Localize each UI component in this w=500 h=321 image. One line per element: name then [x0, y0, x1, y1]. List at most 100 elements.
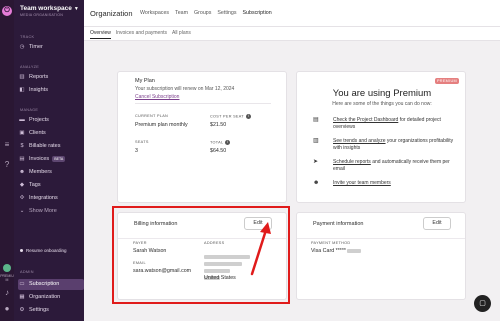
sidebar-item-tags[interactable]: ◆ Tags	[18, 180, 84, 191]
email-value: sara.watson@gmail.com	[133, 268, 192, 274]
user-circle-icon[interactable]: ●	[2, 304, 12, 314]
payer-label: PAYER	[133, 241, 147, 245]
divider	[297, 238, 465, 239]
section-manage: MANAGE	[20, 108, 39, 112]
address-label: ADDRESS	[204, 241, 225, 245]
tab-settings[interactable]: Settings	[217, 10, 236, 16]
sidebar-show-more[interactable]: ⌄ Show More	[18, 206, 84, 217]
subtab-all-plans[interactable]: All plans	[172, 30, 191, 39]
sidebar-item-billable-rates[interactable]: $ Billable rates	[18, 141, 84, 152]
payment-edit-button[interactable]: Edit	[423, 217, 451, 230]
payer-value: Sarah Watson	[133, 248, 167, 254]
annotation-arrow-icon	[250, 222, 271, 276]
subtab-invoices-payments[interactable]: Invoices and payments	[116, 30, 167, 39]
feature-item: ➤ Schedule reports and automatically rec…	[313, 159, 450, 172]
section-admin: ADMIN	[20, 270, 34, 274]
workspace-subtitle: MEDIA ORGANISATION	[20, 13, 64, 17]
chevron-down-icon: ⌄	[19, 208, 25, 214]
workspace-switcher[interactable]: Team workspace ▼	[20, 5, 79, 12]
sidebar-item-organization[interactable]: ▦ Organization	[18, 292, 84, 303]
current-plan-value: Premium plan monthly	[135, 122, 188, 128]
cancel-subscription-link[interactable]: Cancel Subscription	[135, 94, 179, 100]
icon-rail: ⏻ ≡ ? PREMIU M ♪ ●	[0, 0, 14, 321]
feature-link[interactable]: See trends and analyze	[333, 138, 386, 144]
subtab-overview[interactable]: Overview	[90, 30, 111, 39]
app-logo-icon[interactable]: ⏻	[2, 6, 12, 16]
send-icon: ➤	[313, 159, 319, 165]
billing-title: Billing information	[134, 221, 178, 227]
premium-badge: PREMIUM	[434, 78, 459, 84]
tab-groups[interactable]: Groups	[194, 10, 211, 16]
sidebar-item-clients[interactable]: ▣ Clients	[18, 128, 84, 139]
my-plan-card: My Plan Your subscription will renew on …	[117, 71, 287, 203]
sub-tabs: Overview Invoices and payments All plans	[90, 30, 191, 39]
onboarding-dot-icon	[20, 249, 23, 253]
feature-item: ▤ Check the Project Dashboard for detail…	[313, 117, 441, 130]
sidebar-item-invoices[interactable]: ▤ Invoices BETA	[18, 154, 84, 165]
address-country: United States	[204, 275, 236, 281]
current-plan-label: CURRENT PLAN	[135, 114, 169, 118]
section-analyze: ANALYZE	[20, 65, 40, 69]
clipboard-icon: ▤	[313, 117, 319, 123]
premium-title: You are using Premium	[332, 88, 432, 99]
payment-method-value: Visa Card *****	[311, 248, 362, 254]
sidebar-item-insights[interactable]: ◧ Insights	[18, 85, 84, 96]
sidebar-item-subscription[interactable]: ▭ Subscription	[18, 279, 84, 290]
total-value: $64.50	[210, 148, 227, 154]
feature-link[interactable]: Schedule reports	[333, 159, 371, 165]
chevron-down-icon: ▼	[73, 6, 79, 12]
beta-badge: BETA	[52, 155, 66, 162]
invoice-icon: ▤	[19, 156, 25, 162]
total-label: TOTAL i	[210, 140, 231, 145]
cost-per-seat-value: $21.50	[210, 122, 227, 128]
chart-icon: ▥	[313, 138, 319, 144]
feature-link[interactable]: Invite your team members	[333, 180, 391, 186]
plan-title: My Plan	[135, 78, 155, 84]
top-tabs: Workspaces Team Groups Settings Subscrip…	[140, 10, 272, 16]
card-digits-redacted	[347, 248, 362, 253]
tag-icon: ◆	[19, 182, 25, 188]
sidebar-item-timer[interactable]: ◷ Timer	[18, 42, 84, 53]
plan-label-cont: M	[5, 278, 9, 282]
payment-title: Payment information	[313, 221, 364, 227]
payment-information-card: Payment information Edit PAYMENT METHOD …	[296, 212, 466, 300]
team-icon: ☻	[313, 180, 320, 186]
clock-icon: ◷	[19, 44, 25, 50]
collapse-icon[interactable]: ≡	[2, 140, 12, 150]
sidebar: Team workspace ▼ MEDIA ORGANISATION TRACK…	[14, 0, 84, 321]
sidebar-item-projects[interactable]: ▬ Projects	[18, 115, 84, 126]
premium-subtitle: Here are some of the things you can do n…	[332, 101, 432, 107]
sidebar-item-integrations[interactable]: ✣ Integrations	[18, 193, 84, 204]
seats-value: 3	[135, 148, 138, 154]
tab-workspaces[interactable]: Workspaces	[140, 10, 169, 16]
bar-chart-icon: ▥	[19, 74, 25, 80]
insights-icon: ◧	[19, 87, 25, 93]
cost-per-seat-label: COST PER SEAT i	[210, 114, 251, 119]
card-icon: ▭	[19, 281, 25, 287]
tab-team[interactable]: Team	[175, 10, 188, 16]
chat-support-button[interactable]: ▢	[474, 295, 491, 312]
folder-icon: ▬	[19, 117, 25, 123]
members-icon: ☻	[19, 169, 25, 175]
email-label: EMAIL	[133, 261, 146, 265]
dollar-icon: $	[20, 143, 24, 149]
top-header: Organization Workspaces Team Groups Sett…	[84, 0, 500, 27]
tab-subscription[interactable]: Subscription	[243, 10, 272, 16]
sidebar-item-reports[interactable]: ▥ Reports	[18, 72, 84, 83]
info-icon[interactable]: i	[225, 140, 231, 145]
briefcase-icon: ▣	[19, 130, 25, 136]
renewal-note: Your subscription will renew on Mar 12, …	[135, 86, 235, 92]
bell-icon[interactable]: ♪	[2, 288, 12, 298]
resume-onboarding-link[interactable]: Resume onboarding	[20, 248, 67, 253]
feature-link[interactable]: Check the Project Dashboard	[333, 117, 398, 123]
gear-icon: ⚙	[19, 307, 25, 313]
sidebar-item-settings[interactable]: ⚙ Settings	[18, 305, 84, 316]
page-title: Organization	[90, 9, 133, 18]
avatar[interactable]	[3, 264, 11, 272]
info-icon[interactable]: i	[245, 114, 251, 119]
building-icon: ▦	[19, 294, 25, 300]
chat-icon: ▢	[479, 300, 486, 307]
sidebar-item-members[interactable]: ☻ Members	[18, 167, 84, 178]
divider	[135, 103, 271, 104]
help-icon[interactable]: ?	[2, 160, 12, 170]
